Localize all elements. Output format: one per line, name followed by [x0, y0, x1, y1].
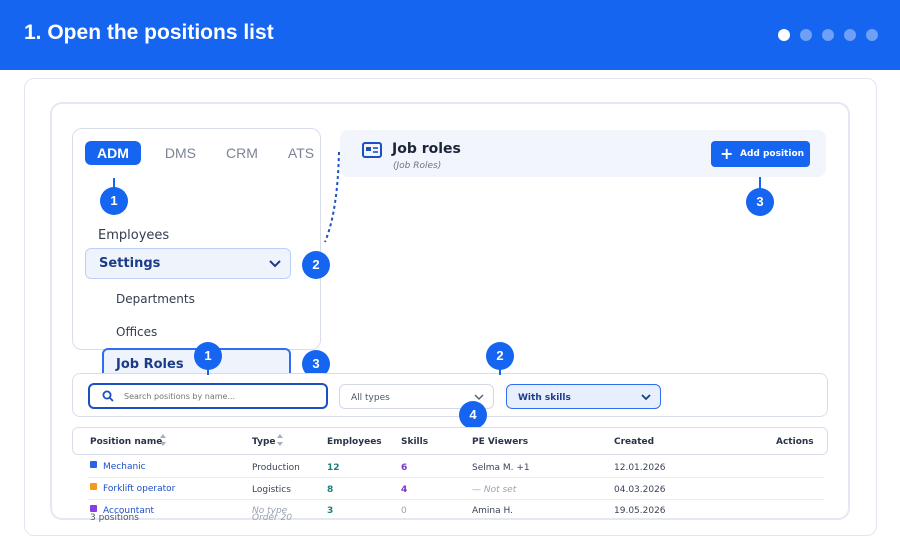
- step-dot-4[interactable]: [844, 29, 856, 41]
- search-input[interactable]: [124, 387, 320, 405]
- chevron-down-icon: [641, 394, 651, 401]
- position-name-link[interactable]: Mechanic: [103, 462, 146, 472]
- row-divider: [88, 477, 824, 478]
- callout-3-add-position: 3: [746, 188, 774, 216]
- step-dot-3[interactable]: [822, 29, 834, 41]
- chevron-down-icon: [269, 260, 281, 268]
- callout-1-search: 1: [194, 342, 222, 370]
- position-color-marker: [90, 483, 97, 490]
- step-title: 1. Open the positions list: [24, 21, 274, 44]
- pe-viewers: — Not set: [472, 485, 517, 495]
- column-header-created[interactable]: Created: [614, 437, 654, 447]
- table-header: [72, 427, 828, 455]
- search-box[interactable]: [88, 383, 328, 409]
- column-header-name[interactable]: Position name: [90, 437, 162, 447]
- add-position-label: Add position: [740, 149, 805, 159]
- skills-filter-value: With skills: [518, 393, 571, 403]
- callout-2-settings: 2: [302, 251, 330, 279]
- module-tabs: ADM DMS CRM ATS: [85, 141, 314, 165]
- tab-crm[interactable]: CRM: [226, 145, 258, 161]
- sort-icon[interactable]: [276, 433, 284, 447]
- employee-count: 8: [327, 485, 334, 495]
- employee-count: 12: [327, 463, 340, 473]
- column-header-skills[interactable]: Skills: [401, 437, 428, 447]
- step-dot-1[interactable]: [778, 29, 790, 41]
- callout-2-type-filter: 2: [486, 342, 514, 370]
- skill-count: 4: [401, 485, 408, 495]
- page-subtitle: (Job Roles): [393, 161, 442, 171]
- pe-viewers: Amina H.: [472, 506, 513, 516]
- tab-adm[interactable]: ADM: [85, 141, 141, 165]
- sort-icon[interactable]: [159, 433, 167, 447]
- skill-count: 0: [401, 506, 407, 516]
- position-type: Logistics: [252, 485, 291, 495]
- sidebar-item-offices[interactable]: Offices: [116, 325, 157, 339]
- search-icon: [102, 390, 114, 402]
- plus-icon: +: [720, 144, 734, 163]
- position-type: Production: [252, 463, 300, 473]
- tab-dms[interactable]: DMS: [165, 145, 196, 161]
- column-header-type[interactable]: Type: [252, 437, 275, 447]
- column-header-employees[interactable]: Employees: [327, 437, 382, 447]
- job-roles-label: Job Roles: [116, 357, 184, 372]
- settings-label: Settings: [99, 256, 161, 271]
- created-date: 04.03.2026: [614, 485, 666, 495]
- callout-1-adm: 1: [100, 187, 128, 215]
- id-card-icon: [362, 142, 382, 158]
- column-header-pe-viewers[interactable]: PE Viewers: [472, 437, 528, 447]
- add-position-button[interactable]: + Add position: [711, 141, 810, 167]
- position-color-marker: [90, 505, 97, 512]
- step-indicator: [778, 29, 878, 41]
- skills-filter-select[interactable]: With skills: [506, 384, 661, 409]
- tutorial-header: 1. Open the positions list: [0, 0, 900, 70]
- created-date: 12.01.2026: [614, 463, 666, 473]
- callout-4-skills-filter: 4: [459, 401, 487, 429]
- positions-count: 3 positions: [90, 513, 139, 523]
- tab-ats[interactable]: ATS: [288, 145, 314, 161]
- column-header-actions: Actions: [776, 437, 814, 447]
- position-color-marker: [90, 461, 97, 468]
- employee-count: 3: [327, 506, 334, 516]
- page-title: Job roles: [392, 141, 461, 157]
- position-name-link[interactable]: Forklift operator: [103, 484, 175, 494]
- row-divider: [88, 499, 824, 500]
- sidebar-item-employees[interactable]: Employees: [98, 228, 169, 243]
- pe-viewers: Selma M. +1: [472, 463, 530, 473]
- order-label: Order 20: [252, 513, 293, 523]
- type-filter-value: All types: [351, 393, 390, 403]
- skill-count: 6: [401, 463, 408, 473]
- step-dot-2[interactable]: [800, 29, 812, 41]
- step-dot-5[interactable]: [866, 29, 878, 41]
- sidebar-item-departments[interactable]: Departments: [116, 292, 195, 306]
- sidebar-item-settings[interactable]: Settings: [85, 248, 291, 279]
- created-date: 19.05.2026: [614, 506, 666, 516]
